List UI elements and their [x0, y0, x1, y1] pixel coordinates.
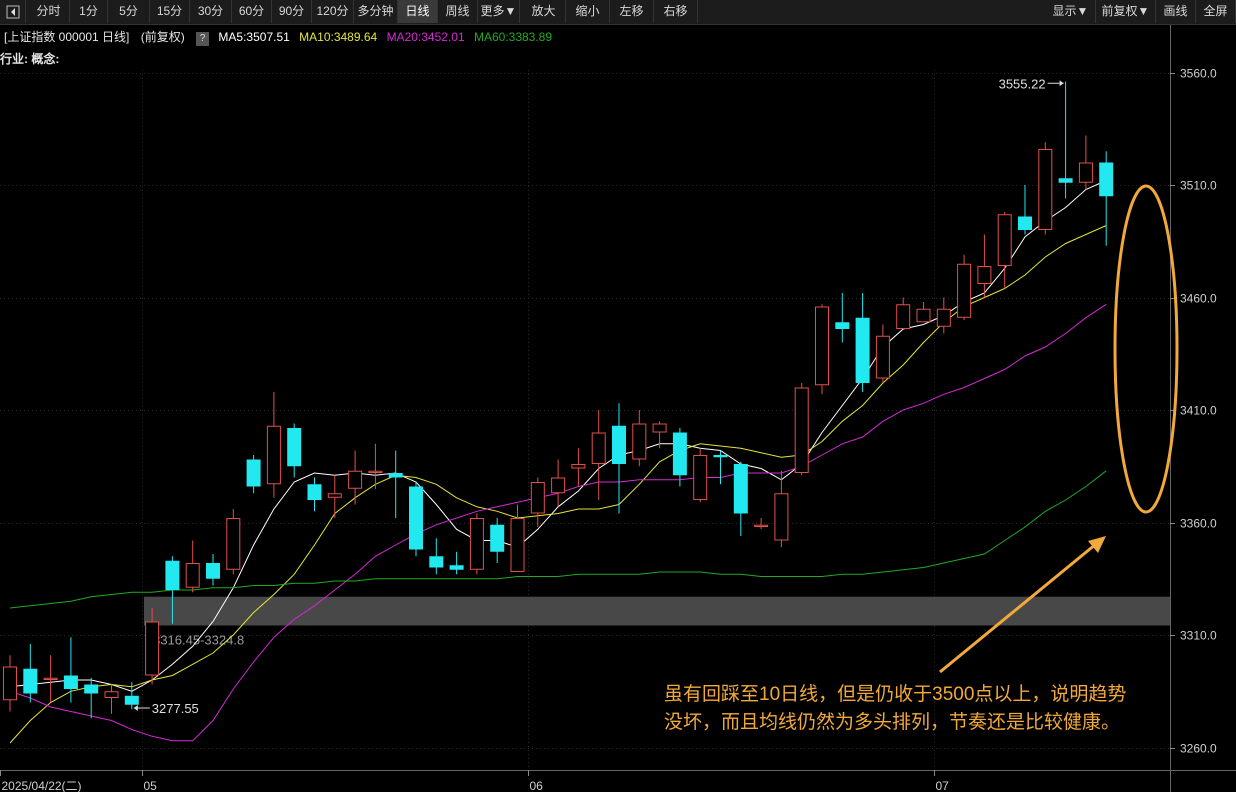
annotation-arrow-head — [1088, 536, 1106, 553]
high-pointer-head — [1059, 80, 1064, 87]
candle-body — [368, 470, 383, 473]
candle-body — [510, 518, 525, 572]
candle-body — [997, 214, 1012, 266]
candle-body — [307, 484, 322, 500]
candle-body — [206, 563, 220, 579]
candle-body — [774, 493, 789, 541]
x-tick-label: 07 — [936, 779, 950, 792]
candle-body — [936, 308, 951, 327]
candle-body — [388, 473, 403, 478]
candle-body — [449, 565, 464, 570]
candle-body — [429, 556, 444, 568]
kline-chart[interactable]: 3560.0 3510.0 3460.0 3410.0 3360.0 3310.0 3260… — [0, 0, 1236, 792]
candle-body — [855, 317, 870, 383]
candle-body — [165, 560, 180, 590]
candle-body — [84, 684, 99, 694]
candle-body — [23, 668, 38, 694]
candle-body — [551, 477, 566, 494]
candle-body — [632, 423, 647, 460]
candle-body — [104, 691, 119, 698]
candle-body — [327, 493, 342, 498]
candle-body — [287, 428, 302, 467]
low-pointer-head — [133, 705, 138, 712]
candle-body — [226, 518, 241, 570]
candle-body — [530, 482, 545, 514]
y-tick-label: 3260.0 — [1180, 742, 1217, 756]
candle-body — [490, 524, 505, 552]
candle-body — [672, 432, 687, 476]
candle-body — [409, 486, 423, 550]
x-tick-label: 06 — [530, 779, 544, 792]
candle-body — [348, 470, 363, 489]
candle-body — [3, 666, 17, 701]
candle-body — [1038, 149, 1053, 230]
candle-body — [815, 306, 829, 386]
candle-body — [266, 425, 281, 485]
x-tick-label: 2025/04/22(二) — [2, 779, 82, 792]
ma-line-ma20 — [9, 303, 1107, 742]
candle-body — [63, 675, 78, 689]
candle-body — [693, 455, 708, 500]
annotation-text: 虽有回踩至10日线，但是仍收于3500点以上，说明趋势没坏，而且均线仍然为多头排… — [664, 684, 1127, 733]
y-tick-label: 3460.0 — [1180, 292, 1217, 306]
candle-body — [794, 387, 809, 473]
candle-body — [733, 464, 748, 514]
candle-body — [875, 335, 890, 379]
gap-label: 3316.45-3324.8 — [153, 632, 244, 647]
candle-body — [1099, 162, 1114, 197]
candle-body — [957, 263, 972, 318]
x-tick-label: 05 — [144, 779, 158, 792]
candle-body — [124, 695, 139, 705]
y-tick-label: 3510.0 — [1180, 179, 1217, 193]
candle-body — [43, 677, 58, 680]
high-label: 3555.22 — [999, 76, 1046, 91]
candle-body — [916, 308, 931, 323]
candle-body — [469, 518, 484, 570]
candle-body — [145, 621, 160, 676]
candle-body — [754, 524, 769, 527]
y-tick-label: 3560.0 — [1180, 67, 1217, 81]
y-tick-label: 3360.0 — [1180, 517, 1217, 531]
candle-body — [571, 464, 586, 469]
candle-body — [185, 563, 200, 588]
candle-body — [896, 304, 911, 329]
candle-body — [1078, 162, 1093, 183]
y-tick-label: 3410.0 — [1180, 404, 1217, 418]
candle-body — [652, 423, 667, 433]
candle-body — [246, 459, 261, 487]
low-label: 3277.55 — [152, 701, 199, 716]
candle-body — [1018, 216, 1032, 230]
highlight-ellipse — [1113, 184, 1179, 514]
y-tick-label: 3310.0 — [1180, 629, 1217, 643]
candle-body — [591, 432, 606, 464]
candle-body — [612, 425, 626, 464]
candle-body — [835, 322, 850, 329]
candle-body — [1058, 178, 1073, 183]
candle-body — [977, 266, 992, 284]
candle-body — [713, 455, 728, 458]
